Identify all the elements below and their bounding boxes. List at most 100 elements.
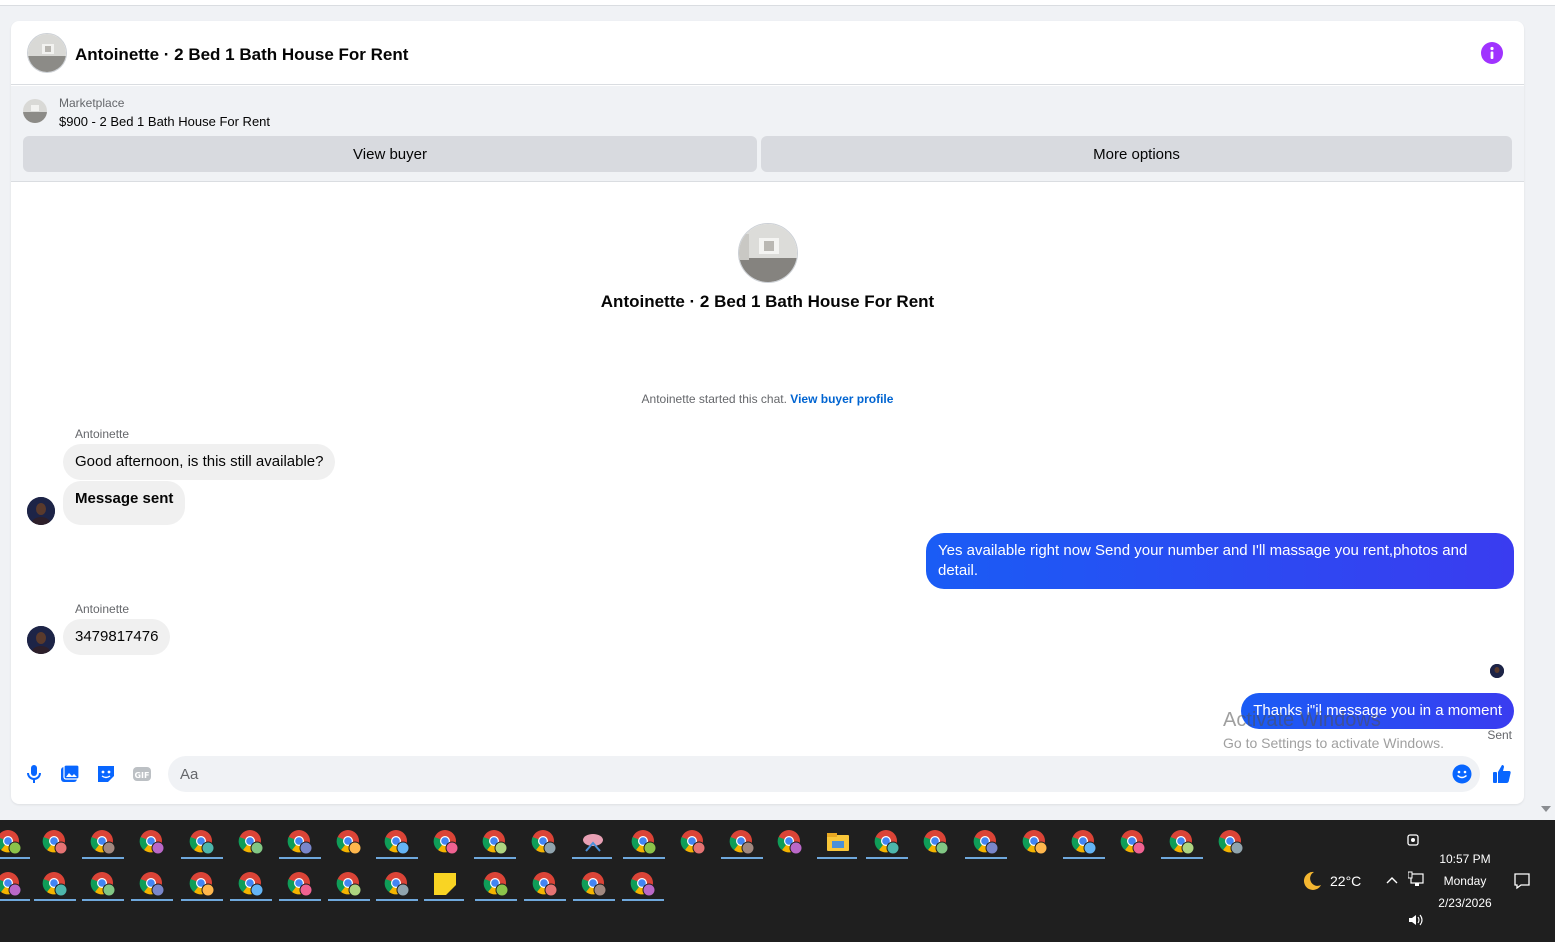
seen-indicator-avatar — [1490, 664, 1504, 678]
chrome-profile-icon[interactable] — [973, 829, 999, 855]
chrome-profile-icon[interactable] — [483, 871, 509, 897]
chrome-profile-icon[interactable] — [631, 829, 657, 855]
taskbar-active-indicator — [474, 857, 516, 859]
listing-kind: Marketplace — [59, 96, 125, 110]
chrome-profile-icon[interactable] — [874, 829, 900, 855]
taskbar-active-indicator — [82, 899, 124, 901]
scroll-down-arrow[interactable] — [1541, 806, 1551, 812]
clock-date[interactable]: 2/23/2026 — [1433, 896, 1497, 910]
chrome-profile-icon[interactable] — [1120, 829, 1146, 855]
notification-center-icon[interactable] — [1512, 871, 1532, 891]
buyer-avatar[interactable] — [27, 626, 55, 654]
file-explorer-icon[interactable] — [825, 829, 851, 855]
chat-started-text: Antoinette started this chat. — [641, 392, 791, 406]
chrome-profile-icon[interactable] — [0, 871, 22, 897]
emoji-icon[interactable] — [1451, 763, 1473, 785]
taskbar-active-indicator — [965, 857, 1007, 859]
sticky-notes-icon[interactable] — [432, 871, 458, 897]
taskbar-active-indicator — [0, 899, 30, 901]
incoming-message[interactable]: Message sent — [63, 481, 186, 525]
moon-weather-icon[interactable] — [1298, 868, 1324, 894]
taskbar-active-indicator — [1161, 857, 1203, 859]
taskbar-active-indicator — [279, 899, 321, 901]
activate-windows-subtitle: Go to Settings to activate Windows. — [1223, 735, 1444, 751]
sticker-icon[interactable] — [95, 763, 117, 785]
speaker-icon[interactable] — [1407, 911, 1425, 929]
chrome-profile-icon[interactable] — [0, 829, 22, 855]
chrome-profile-icon[interactable] — [531, 829, 557, 855]
view-buyer-profile-link[interactable]: View buyer profile — [790, 392, 893, 406]
chrome-profile-icon[interactable] — [384, 871, 410, 897]
microphone-icon[interactable] — [23, 763, 45, 785]
chrome-profile-icon[interactable] — [139, 871, 165, 897]
incoming-message[interactable]: Good afternoon, is this still available? — [63, 444, 336, 480]
chrome-profile-icon[interactable] — [189, 871, 215, 897]
chrome-profile-icon[interactable] — [923, 829, 949, 855]
chrome-profile-icon[interactable] — [90, 829, 116, 855]
chrome-profile-icon[interactable] — [139, 829, 165, 855]
chrome-profile-icon[interactable] — [630, 871, 656, 897]
chrome-profile-icon[interactable] — [482, 829, 508, 855]
view-buyer-button[interactable]: View buyer — [23, 136, 757, 172]
chrome-profile-icon[interactable] — [42, 829, 68, 855]
chrome-profile-icon[interactable] — [680, 829, 706, 855]
taskbar-active-indicator — [572, 857, 612, 859]
chrome-profile-icon[interactable] — [287, 871, 313, 897]
message-sender-name: Antoinette — [75, 427, 130, 441]
listing-price-title[interactable]: $900 - 2 Bed 1 Bath House For Rent — [59, 114, 270, 129]
taskbar-active-indicator — [82, 857, 124, 859]
message-composer: GIF — [11, 754, 1524, 794]
taskbar-active-indicator — [424, 899, 464, 901]
listing-avatar[interactable] — [27, 33, 67, 73]
taskbar-active-indicator — [376, 899, 418, 901]
taskbar-active-indicator — [279, 857, 321, 859]
taskbar-active-indicator — [622, 899, 664, 901]
chrome-profile-icon[interactable] — [1169, 829, 1195, 855]
chrome-profile-icon[interactable] — [1071, 829, 1097, 855]
chrome-profile-icon[interactable] — [384, 829, 410, 855]
chrome-profile-icon[interactable] — [238, 871, 264, 897]
taskbar-active-indicator — [328, 899, 370, 901]
chrome-profile-icon[interactable] — [238, 829, 264, 855]
taskbar-active-indicator — [181, 899, 223, 901]
like-icon[interactable] — [1491, 763, 1513, 785]
chrome-profile-icon[interactable] — [42, 871, 68, 897]
chevron-up-icon[interactable] — [1384, 872, 1400, 888]
chrome-profile-icon[interactable] — [189, 829, 215, 855]
snipping-tool-icon[interactable] — [580, 829, 606, 855]
outgoing-message[interactable]: Yes available right now Send your number… — [926, 533, 1514, 589]
more-options-button[interactable]: More options — [761, 136, 1512, 172]
message-input[interactable] — [168, 756, 1480, 792]
chrome-profile-icon[interactable] — [1022, 829, 1048, 855]
chat-title: Antoinette · 2 Bed 1 Bath House For Rent — [75, 45, 409, 64]
windows-taskbar: 22°C 10:57 PM Monday 2/23/2026 — [0, 820, 1555, 942]
chrome-profile-icon[interactable] — [777, 829, 803, 855]
chat-window: Antoinette · 2 Bed 1 Bath House For Rent… — [11, 21, 1524, 804]
chat-intro-avatar — [738, 223, 798, 283]
clock-time[interactable]: 10:57 PM — [1433, 852, 1497, 866]
clock-day[interactable]: Monday — [1433, 874, 1497, 888]
chrome-profile-icon[interactable] — [581, 871, 607, 897]
buyer-avatar[interactable] — [27, 497, 55, 525]
chrome-profile-icon[interactable] — [336, 871, 362, 897]
chrome-profile-icon[interactable] — [729, 829, 755, 855]
taskbar-active-indicator — [866, 857, 908, 859]
network-icon[interactable] — [1408, 871, 1426, 889]
photo-icon[interactable] — [59, 763, 81, 785]
info-icon[interactable] — [1481, 42, 1503, 64]
chrome-profile-icon[interactable] — [1218, 829, 1244, 855]
taskbar-active-indicator — [131, 899, 173, 901]
taskbar-active-indicator — [0, 857, 30, 859]
chrome-profile-icon[interactable] — [90, 871, 116, 897]
chrome-profile-icon[interactable] — [336, 829, 362, 855]
incoming-message[interactable]: 3479817476 — [63, 619, 171, 655]
taskbar-active-indicator — [573, 899, 615, 901]
taskbar-active-indicator — [817, 857, 857, 859]
chrome-profile-icon[interactable] — [532, 871, 558, 897]
gif-icon[interactable]: GIF — [131, 763, 153, 785]
chat-intro-title: Antoinette · 2 Bed 1 Bath House For Rent — [600, 292, 935, 311]
meet-now-icon[interactable] — [1405, 831, 1423, 849]
chrome-profile-icon[interactable] — [433, 829, 459, 855]
weather-temperature[interactable]: 22°C — [1330, 873, 1361, 889]
chrome-profile-icon[interactable] — [287, 829, 313, 855]
